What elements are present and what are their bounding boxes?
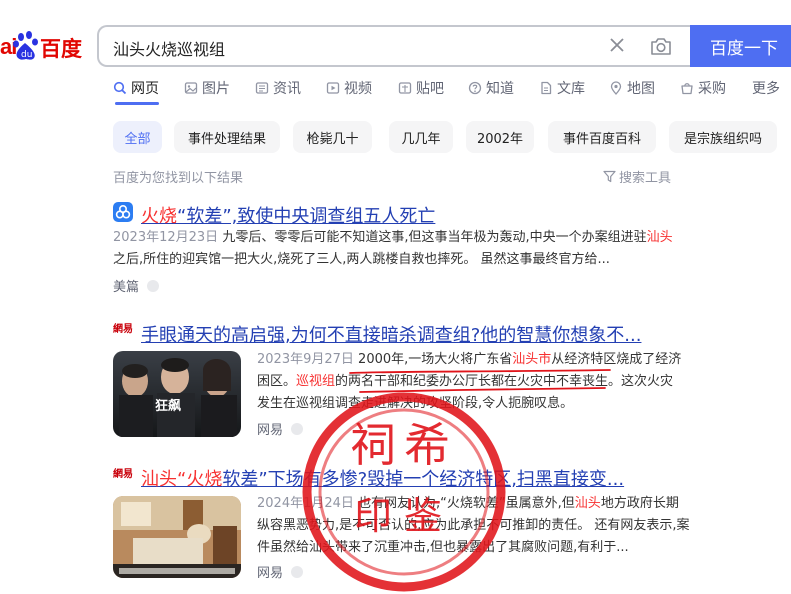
abstract-text: 困区。 <box>257 374 297 389</box>
result-title-link[interactable]: 火烧“软差”,致使中央调查组五人死亡 <box>141 202 435 228</box>
tab-video[interactable]: 视频 <box>326 78 372 98</box>
abstract-text: 九零后、零零后可能不知道这事,但这事当年极为轰动,中央一个办案组进驻 <box>222 230 647 245</box>
result-date: 2023年9月27日 <box>257 352 354 367</box>
abstract-text: 的两名干部和纪委办公厅长都在火灾中不幸丧生。这次火灾 <box>335 374 674 389</box>
thumbnail-caption: 狂飙 <box>155 399 182 414</box>
baidu-logo[interactable]: ai du 百度 <box>0 30 90 62</box>
search-icon <box>113 81 127 95</box>
result-abstract: 2024年1月24日 也有网友认为,“火烧软差”虽属意外,但汕头地方政府长期 纵… <box>257 493 690 559</box>
tab-news[interactable]: 资讯 <box>255 78 301 98</box>
tab-label: 图片 <box>202 81 230 97</box>
red-seal-stamp <box>302 392 506 592</box>
tab-label: 资讯 <box>273 81 301 97</box>
abstract-highlight: 汕头 <box>574 496 601 511</box>
news-icon <box>255 82 269 94</box>
tab-map[interactable]: 地图 <box>609 78 655 98</box>
search-box[interactable]: 汕头火烧巡视组 <box>97 25 691 67</box>
result-title-highlight: 汕头 <box>141 469 177 490</box>
document-icon <box>541 81 552 95</box>
source-info-icon[interactable] <box>291 565 304 578</box>
tab-zhidao[interactable]: 知道 <box>468 78 514 98</box>
abstract-highlight: 巡视组 <box>296 374 336 389</box>
tab-image[interactable]: 图片 <box>184 78 230 98</box>
abstract-text: 从经济特区烧成了经济 <box>551 352 682 367</box>
tab-label: 网页 <box>131 81 159 97</box>
baidu-search-page: ai du 百度 汕头火烧巡视组 百度一下 网页 图片 资讯 视频 贴吧 知道 … <box>0 0 791 594</box>
baidu-paw-icon: du <box>13 31 38 60</box>
tab-purchase[interactable]: 采购 <box>680 78 726 98</box>
tab-more[interactable]: 更多 <box>752 78 780 98</box>
source-name: 美篇 <box>113 280 140 295</box>
tieba-icon <box>398 82 412 94</box>
chip-baike[interactable]: 事件百度百科 <box>548 121 656 153</box>
source-name: 网易 <box>257 423 284 438</box>
abstract-text: 地方政府长期 <box>600 496 679 511</box>
tab-label: 更多 <box>752 81 780 97</box>
tab-tieba[interactable]: 贴吧 <box>398 78 444 98</box>
active-tab-indicator <box>115 102 159 105</box>
source-info-icon[interactable] <box>147 279 160 292</box>
chip-2002[interactable]: 2002年 <box>466 121 534 153</box>
abstract-highlight: 汕头市 <box>512 352 552 367</box>
filter-icon <box>603 170 616 183</box>
chip-all[interactable]: 全部 <box>113 121 162 153</box>
result-date: 2024年1月24日 <box>257 496 354 511</box>
chip-year[interactable]: 几几年 <box>389 121 453 153</box>
search-tools-label: 搜索工具 <box>619 171 672 186</box>
result-source[interactable]: 网易 <box>257 562 304 581</box>
netease-logo-icon: 網易 <box>113 469 133 480</box>
abstract-text: 也有网友认为,“火烧软差”虽属意外,但 <box>358 496 575 511</box>
netease-logo-icon: 網易 <box>113 324 133 335</box>
purchase-icon <box>681 83 693 95</box>
source-name: 网易 <box>257 566 284 581</box>
tab-label: 采购 <box>698 81 726 97</box>
tab-label: 知道 <box>486 81 514 97</box>
abstract-line: 发生在巡视组调查走进解决的攻坚阶段,令人扼腕叹息。 <box>257 396 574 411</box>
abstract-line: 件虽然给汕头带来了沉重冲击,但也暴露出了其腐败问题,有利于... <box>257 540 629 555</box>
svg-text:du: du <box>21 50 32 60</box>
hotel-room-image <box>113 496 241 578</box>
chip-result[interactable]: 事件处理结果 <box>174 121 280 153</box>
result-source[interactable]: 美篇 <box>113 276 160 295</box>
image-icon <box>184 82 198 94</box>
result-thumbnail[interactable] <box>113 496 241 578</box>
search-tools-button[interactable]: 搜索工具 <box>603 167 671 186</box>
result-title-text: “软差”,致使中央调查组五人死亡 <box>177 206 436 227</box>
tab-label: 文库 <box>557 81 585 97</box>
result-abstract: 2023年12月23日 九零后、零零后可能不知道这事,但这事当年极为轰动,中央一… <box>113 227 673 271</box>
result-title-link[interactable]: 汕头“火烧软差”下场有多惨?毁掉一个经济特区,扫黑直接变... <box>141 465 624 491</box>
result-title-highlight: “火烧 <box>177 469 223 490</box>
abstract-line: 之后,所住的迎宾馆一把大火,烧死了三人,两人跳楼自救也摔死。 虽然这事最终官方给… <box>113 252 610 267</box>
tab-label: 地图 <box>627 81 655 97</box>
result-thumbnail[interactable]: 狂飙 <box>113 351 241 437</box>
chip-execution[interactable]: 枪毙几十 <box>293 121 372 153</box>
map-pin-icon <box>610 81 622 95</box>
tab-label: 视频 <box>344 81 372 97</box>
abstract-highlight: 汕头 <box>646 230 673 245</box>
result-source[interactable]: 网易 <box>257 419 304 438</box>
video-icon <box>326 82 340 94</box>
drama-poster-image <box>113 351 241 437</box>
result-date: 2023年12月23日 <box>113 230 219 245</box>
camera-icon[interactable] <box>649 34 673 58</box>
source-info-icon[interactable] <box>291 422 304 435</box>
question-icon <box>468 81 482 95</box>
abstract-line: 纵容黑恶势力,是不可否认的,应为此承担不可推卸的责任。 还有网友表示,案 <box>257 518 690 533</box>
abstract-text: 2000年,一场大火将广东省 <box>358 352 513 367</box>
result-title-link[interactable]: 手眼通天的高启强,为何不直接暗杀调查组?他的智慧你想象不... <box>141 321 641 347</box>
search-input[interactable]: 汕头火烧巡视组 <box>113 36 225 60</box>
result-title-text: 软差”下场有多惨?毁掉一个经济特区,扫黑直接变... <box>222 469 625 490</box>
tab-web[interactable]: 网页 <box>113 78 159 98</box>
logo-text-right: 百度 <box>40 37 82 61</box>
result-title-highlight: 火烧 <box>141 206 177 227</box>
chip-clan[interactable]: 是宗族组织吗 <box>669 121 777 153</box>
result-count-text: 百度为您找到以下结果 <box>113 171 244 186</box>
tab-wenku[interactable]: 文库 <box>539 78 585 98</box>
clear-icon[interactable] <box>607 35 627 55</box>
site-favicon-icon <box>113 202 133 222</box>
search-button[interactable]: 百度一下 <box>690 25 791 67</box>
tab-label: 贴吧 <box>416 81 444 97</box>
result-abstract: 2023年9月27日 2000年,一场大火将广东省汕头市从经济特区烧成了经济 困… <box>257 349 687 415</box>
